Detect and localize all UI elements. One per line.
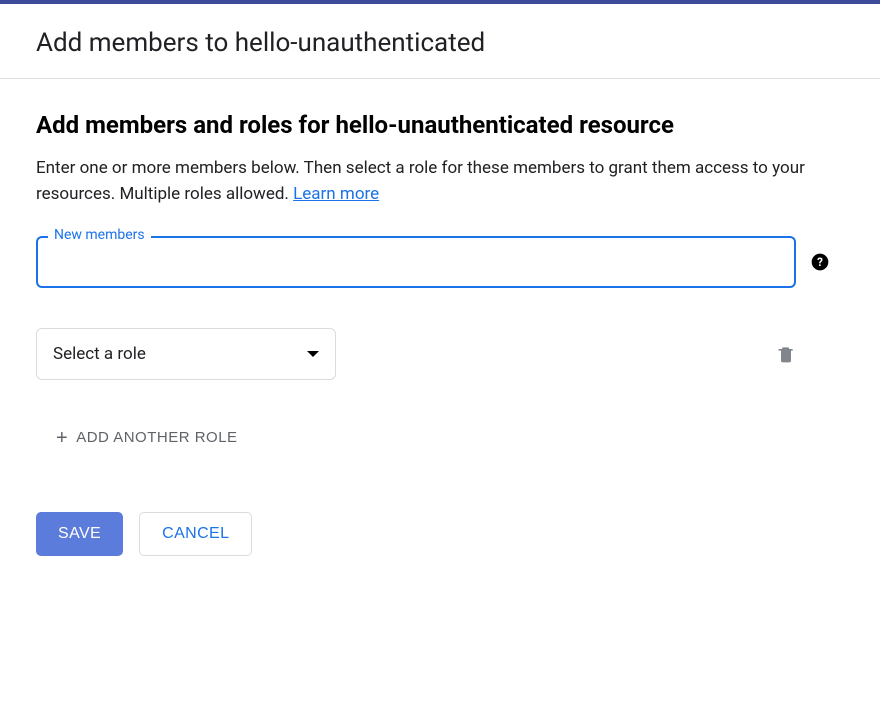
save-button[interactable]: SAVE xyxy=(36,512,123,556)
panel-title: Add members to hello-unauthenticated xyxy=(36,28,844,58)
learn-more-link[interactable]: Learn more xyxy=(293,184,379,204)
role-select[interactable]: Select a role xyxy=(36,328,336,380)
members-field-label: New members xyxy=(48,227,151,243)
plus-icon: + xyxy=(56,428,68,448)
add-another-role-button[interactable]: + ADD ANOTHER ROLE xyxy=(36,420,250,456)
new-members-input[interactable] xyxy=(36,236,796,288)
chevron-down-icon xyxy=(307,351,319,357)
help-icon[interactable]: ? xyxy=(810,252,830,272)
section-title: Add members and roles for hello-unauthen… xyxy=(36,111,844,139)
add-role-label: ADD ANOTHER ROLE xyxy=(76,429,237,446)
section-description: Enter one or more members below. Then se… xyxy=(36,155,844,208)
role-select-label: Select a role xyxy=(53,344,146,364)
cancel-button[interactable]: CANCEL xyxy=(139,512,252,556)
panel-header: Add members to hello-unauthenticated xyxy=(0,4,880,79)
trash-icon[interactable] xyxy=(776,343,796,365)
svg-text:?: ? xyxy=(817,255,823,269)
actions-row: SAVE CANCEL xyxy=(36,512,844,556)
panel-content: Add members and roles for hello-unauthen… xyxy=(0,79,880,588)
description-text: Enter one or more members below. Then se… xyxy=(36,158,805,204)
members-field-wrapper: New members ? xyxy=(36,236,844,288)
role-row: Select a role xyxy=(36,328,796,380)
